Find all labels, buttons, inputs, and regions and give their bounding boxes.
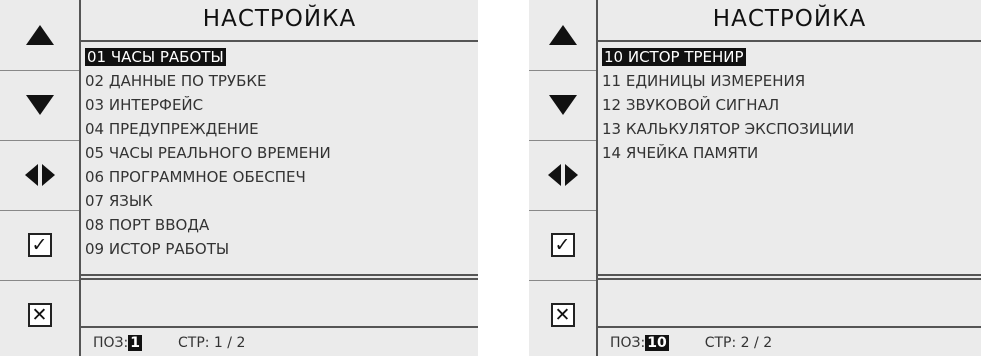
menu-list: 10 ИСТОР ТРЕНИР 11 ЕДИНИЦЫ ИЗМЕРЕНИЯ 12 … [598,40,981,276]
down-button[interactable] [529,70,596,141]
position-label: ПОЗ: [610,335,646,351]
left-right-button[interactable] [0,140,79,211]
menu-list: 01 ЧАСЫ РАБОТЫ 02 ДАННЫЕ ПО ТРУБКЕ 03 ИН… [81,40,478,276]
menu-item[interactable]: 11 ЕДИНИЦЫ ИЗМЕРЕНИЯ [602,70,805,92]
down-button[interactable] [0,70,79,141]
softkey-column: ✓ ✕ [529,0,598,356]
position-value: 10 [645,335,669,351]
softkey-column: ✓ ✕ [0,0,81,356]
checkmark-icon: ✓ [27,233,52,257]
checkmark-icon: ✓ [550,233,575,257]
display-screen: НАСТРОЙКА 10 ИСТОР ТРЕНИР 11 ЕДИНИЦЫ ИЗМ… [598,0,981,356]
settings-panel-page-1: ✓ ✕ НАСТРОЙКА 01 ЧАСЫ РАБОТЫ 02 ДАННЫЕ П… [0,0,478,356]
arrow-down-icon [25,95,54,115]
menu-item[interactable]: 02 ДАННЫЕ ПО ТРУБКЕ [85,70,267,92]
arrow-left-right-icon [547,164,578,186]
arrow-up-icon [25,25,54,45]
position-value: 1 [128,335,142,351]
position-label: ПОЗ: [93,335,129,351]
menu-item[interactable]: 05 ЧАСЫ РЕАЛЬНОГО ВРЕМЕНИ [85,142,331,164]
settings-panel-page-2: ✓ ✕ НАСТРОЙКА 10 ИСТОР ТРЕНИР 11 ЕДИНИЦЫ… [529,0,981,356]
close-icon: ✕ [550,303,575,327]
menu-item[interactable]: 07 ЯЗЫК [85,190,153,212]
menu-item[interactable]: 14 ЯЧЕЙКА ПАМЯТИ [602,142,758,164]
arrow-down-icon [548,95,577,115]
arrow-left-right-icon [24,164,55,186]
menu-item[interactable]: 03 ИНТЕРФЕЙС [85,94,203,116]
menu-item[interactable]: 06 ПРОГРАММНОЕ ОБЕСПЕЧ [85,166,306,188]
close-icon: ✕ [27,303,52,327]
arrow-up-icon [548,25,577,45]
page-title: НАСТРОЙКА [202,6,357,32]
menu-item[interactable]: 04 ПРЕДУПРЕЖДЕНИЕ [85,118,259,140]
cancel-button[interactable]: ✕ [0,280,79,350]
page-indicator: СТР: 2 / 2 [704,335,773,351]
menu-item[interactable]: 09 ИСТОР РАБОТЫ [85,238,229,260]
confirm-button[interactable]: ✓ [0,210,79,281]
display-screen: НАСТРОЙКА 01 ЧАСЫ РАБОТЫ 02 ДАННЫЕ ПО ТР… [81,0,478,356]
menu-item[interactable]: 08 ПОРТ ВВОДА [85,214,209,236]
menu-item-label: 10 ИСТОР ТРЕНИР [602,48,746,66]
confirm-button[interactable]: ✓ [529,210,596,281]
cancel-button[interactable]: ✕ [529,280,596,350]
menu-item[interactable]: 13 КАЛЬКУЛЯТОР ЭКСПОЗИЦИИ [602,118,854,140]
up-button[interactable] [529,0,596,71]
menu-item[interactable]: 12 ЗВУКОВОЙ СИГНАЛ [602,94,779,116]
up-button[interactable] [0,0,79,71]
message-area [81,278,478,328]
status-footer: ПОЗ: 1 СТР: 1 / 2 [93,332,478,354]
status-footer: ПОЗ: 10 СТР: 2 / 2 [610,332,981,354]
message-area [598,278,981,328]
menu-item-label: 01 ЧАСЫ РАБОТЫ [85,48,226,66]
page-title: НАСТРОЙКА [712,6,867,32]
menu-item[interactable]: 01 ЧАСЫ РАБОТЫ [85,46,226,68]
menu-item[interactable]: 10 ИСТОР ТРЕНИР [602,46,746,68]
left-right-button[interactable] [529,140,596,211]
page-indicator: СТР: 1 / 2 [178,335,246,351]
